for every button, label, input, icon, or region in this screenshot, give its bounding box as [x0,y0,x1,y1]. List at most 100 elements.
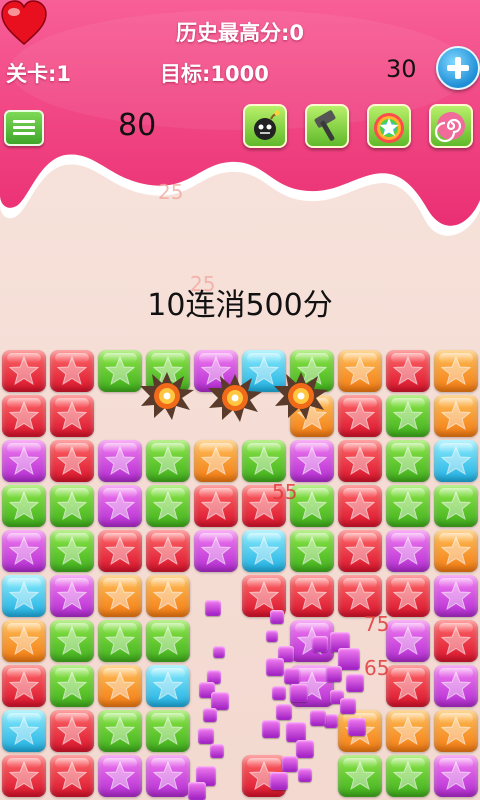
candy-tile[interactable] [434,350,478,392]
candy-tile[interactable] [146,665,190,707]
candy-tile[interactable] [2,485,46,527]
candy-tile[interactable] [386,530,430,572]
bomb-icon [254,110,280,140]
candy-tile[interactable] [50,620,94,662]
star-icon [297,536,327,566]
candy-tile[interactable] [194,440,238,482]
star-icon [441,446,471,476]
candy-tile[interactable] [98,440,142,482]
hammer-tool-button[interactable] [305,104,349,148]
star-icon [153,626,183,656]
candy-tile[interactable] [146,530,190,572]
swirl-tool-button[interactable] [429,104,473,148]
candy-tile[interactable] [290,575,334,617]
candy-tile[interactable] [146,440,190,482]
candy-tile[interactable] [146,485,190,527]
star-icon [297,581,327,611]
candy-tile[interactable] [98,350,142,392]
candy-tile[interactable] [338,530,382,572]
candy-tile[interactable] [434,530,478,572]
candy-tile[interactable] [338,395,382,437]
candy-tile[interactable] [50,485,94,527]
candy-tile[interactable] [2,620,46,662]
candy-tile[interactable] [434,440,478,482]
bomb-tool-button[interactable] [243,104,287,148]
lives-count: 30 [386,55,417,83]
candy-tile[interactable] [98,620,142,662]
candy-tile[interactable] [434,755,478,797]
candy-tile[interactable] [50,350,94,392]
candy-tile[interactable] [2,350,46,392]
candy-tile[interactable] [50,395,94,437]
candy-tile[interactable] [290,530,334,572]
candy-tile[interactable] [98,665,142,707]
star-icon [393,716,423,746]
candy-tile[interactable] [434,485,478,527]
candy-fragment [205,600,221,616]
candy-tile[interactable] [338,350,382,392]
candy-tile[interactable] [338,575,382,617]
star-icon [201,446,231,476]
candy-tile[interactable] [386,395,430,437]
candy-tile[interactable] [386,575,430,617]
candy-tile[interactable] [98,530,142,572]
candy-tile[interactable] [2,755,46,797]
star-icon [441,401,471,431]
candy-tile[interactable] [146,755,190,797]
candy-tile[interactable] [242,440,286,482]
candy-tile[interactable] [98,710,142,752]
candy-tile[interactable] [290,440,334,482]
add-lives-button[interactable] [436,46,480,90]
candy-tile[interactable] [338,485,382,527]
candy-tile[interactable] [98,485,142,527]
candy-tile[interactable] [2,395,46,437]
candy-tile[interactable] [194,530,238,572]
candy-tile[interactable] [50,755,94,797]
candy-tile[interactable] [434,575,478,617]
explosion-effect [274,372,328,420]
candy-tile[interactable] [98,755,142,797]
candy-tile[interactable] [386,755,430,797]
candy-tile[interactable] [386,485,430,527]
candy-tile[interactable] [50,575,94,617]
star-icon [105,491,135,521]
candy-fragment [296,740,314,758]
star-icon [297,491,327,521]
candy-tile[interactable] [338,755,382,797]
menu-button[interactable] [4,110,44,146]
candy-fragment [266,658,284,676]
candy-tile[interactable] [434,710,478,752]
candy-tile[interactable] [2,575,46,617]
candy-tile[interactable] [434,665,478,707]
rainbow-tool-button[interactable] [367,104,411,148]
candy-tile[interactable] [434,620,478,662]
candy-fragment [346,674,364,692]
candy-tile[interactable] [146,710,190,752]
candy-tile[interactable] [386,710,430,752]
star-icon [393,446,423,476]
candy-tile[interactable] [146,575,190,617]
candy-tile[interactable] [50,440,94,482]
candy-tile[interactable] [98,575,142,617]
candy-tile[interactable] [50,710,94,752]
candy-tile[interactable] [50,530,94,572]
candy-tile[interactable] [50,665,94,707]
star-icon [441,491,471,521]
candy-tile[interactable] [386,665,430,707]
candy-tile[interactable] [2,710,46,752]
candy-tile[interactable] [146,620,190,662]
candy-tile[interactable] [434,395,478,437]
candy-tile[interactable] [2,665,46,707]
header-panel: 历史最高分:0 关卡:1 目标:1000 30 80 [0,0,480,250]
candy-tile[interactable] [194,485,238,527]
candy-fragment [324,714,338,728]
candy-tile[interactable] [386,440,430,482]
best-score-label: 历史最高分:0 [175,21,304,45]
candy-tile[interactable] [386,350,430,392]
candy-tile[interactable] [2,530,46,572]
candy-tile[interactable] [242,530,286,572]
candy-tile[interactable] [338,440,382,482]
candy-tile[interactable] [2,440,46,482]
star-icon [105,716,135,746]
candy-tile[interactable] [386,620,430,662]
